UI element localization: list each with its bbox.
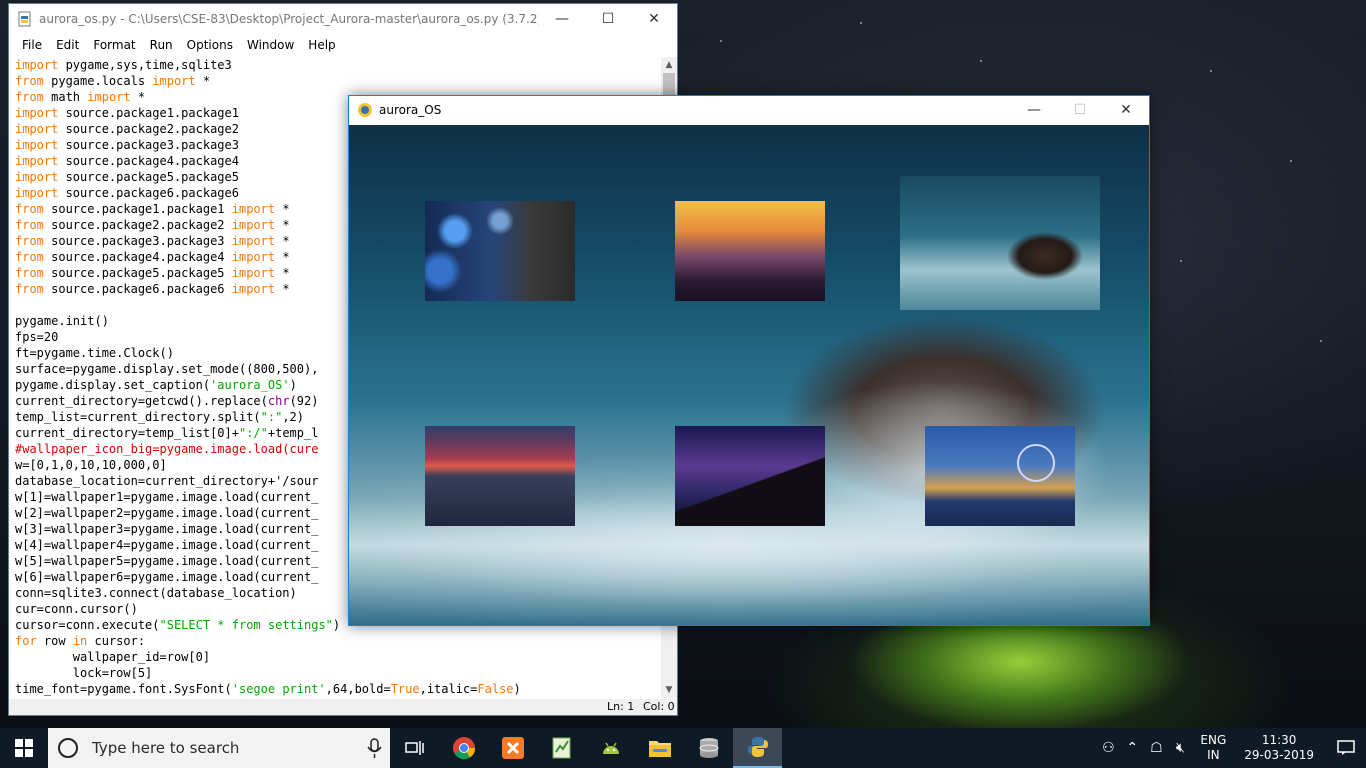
menu-help[interactable]: Help <box>301 38 342 52</box>
star <box>1290 160 1292 162</box>
idle-window-title: aurora_os.py - C:\Users\CSE-83\Desktop\P… <box>39 12 539 26</box>
menu-options[interactable]: Options <box>180 38 240 52</box>
python-file-icon <box>18 11 31 27</box>
london-eye-shape <box>1017 444 1055 482</box>
chrome-icon[interactable] <box>439 728 488 768</box>
idle-statusbar: Ln: 1 Col: 0 <box>9 699 677 715</box>
maximize-button[interactable]: ☐ <box>585 4 631 34</box>
pygame-titlebar[interactable]: aurora_OS — ☐ ✕ <box>349 96 1149 124</box>
language-indicator[interactable]: ENG IN <box>1200 733 1226 763</box>
menu-format[interactable]: Format <box>86 38 142 52</box>
star <box>1320 340 1322 342</box>
volume-muted-icon[interactable]: 🔇︎ <box>1168 728 1192 768</box>
network-icon[interactable]: ☖ <box>1144 728 1168 768</box>
system-tray: ⚇ ⌃ ☖ 🔇︎ ENG IN 11:30 29-03-2019 <box>1096 728 1366 768</box>
people-icon[interactable]: ⚇ <box>1096 728 1120 768</box>
maximize-button[interactable]: ☐ <box>1057 95 1103 125</box>
pygame-canvas[interactable] <box>349 125 1149 625</box>
star <box>720 40 722 42</box>
database-icon[interactable] <box>684 728 733 768</box>
menu-window[interactable]: Window <box>240 38 301 52</box>
wallpaper-thumb-paris[interactable] <box>675 201 825 301</box>
idle-titlebar[interactable]: aurora_os.py - C:\Users\CSE-83\Desktop\P… <box>9 4 677 34</box>
wallpaper-thumb-milky-way[interactable] <box>675 426 825 526</box>
microphone-icon[interactable] <box>360 728 390 768</box>
language-top: ENG <box>1200 733 1227 747</box>
search-placeholder: Type here to search <box>92 739 240 757</box>
language-bottom: IN <box>1207 748 1220 762</box>
idle-menubar: File Edit Format Run Options Window Help <box>9 34 677 56</box>
clock-time: 11:30 <box>1261 733 1297 747</box>
wallpaper-thumb-coffee-bean[interactable] <box>900 176 1100 310</box>
taskbar-search-box[interactable]: Type here to search <box>48 728 390 768</box>
pygame-window: aurora_OS — ☐ ✕ <box>348 95 1150 626</box>
start-button[interactable] <box>0 728 48 768</box>
star <box>1180 260 1182 262</box>
status-line: Ln: 1 <box>607 700 635 713</box>
clock-date: 29-03-2019 <box>1244 748 1314 762</box>
pygame-icon <box>358 103 372 117</box>
minimize-button[interactable]: — <box>539 4 585 34</box>
windows-logo-icon <box>15 739 33 757</box>
menu-file[interactable]: File <box>15 38 49 52</box>
menu-run[interactable]: Run <box>143 38 180 52</box>
chevron-up-icon[interactable]: ⌃ <box>1120 728 1144 768</box>
file-explorer-icon[interactable] <box>635 728 684 768</box>
scroll-up-arrow-icon[interactable]: ▲ <box>661 57 677 73</box>
wallpaper-thumb-bicycle[interactable] <box>425 201 575 301</box>
close-button[interactable]: ✕ <box>631 4 677 34</box>
star <box>1210 70 1212 72</box>
task-view-icon[interactable] <box>390 728 439 768</box>
close-button[interactable]: ✕ <box>1103 95 1149 125</box>
wallpaper-thumb-sunset-lake[interactable] <box>425 426 575 526</box>
taskbar-clock[interactable]: 11:30 29-03-2019 <box>1244 733 1314 763</box>
notepad-plus-icon[interactable] <box>537 728 586 768</box>
pygame-window-title: aurora_OS <box>379 103 442 117</box>
star <box>980 60 982 62</box>
scroll-down-arrow-icon[interactable]: ▼ <box>661 682 677 698</box>
wallpaper-thumb-london-eye[interactable] <box>925 426 1075 526</box>
menu-edit[interactable]: Edit <box>49 38 86 52</box>
star <box>860 22 862 24</box>
xampp-icon[interactable] <box>488 728 537 768</box>
taskbar: Type here to search ⚇ ⌃ ☖ 🔇︎ ENG IN 11:3… <box>0 728 1366 768</box>
status-col: Col: 0 <box>643 700 675 713</box>
search-icon <box>58 738 78 758</box>
notifications-icon[interactable] <box>1326 728 1366 768</box>
python-idle-icon[interactable] <box>733 728 782 768</box>
minimize-button[interactable]: — <box>1011 95 1057 125</box>
android-studio-icon[interactable] <box>586 728 635 768</box>
